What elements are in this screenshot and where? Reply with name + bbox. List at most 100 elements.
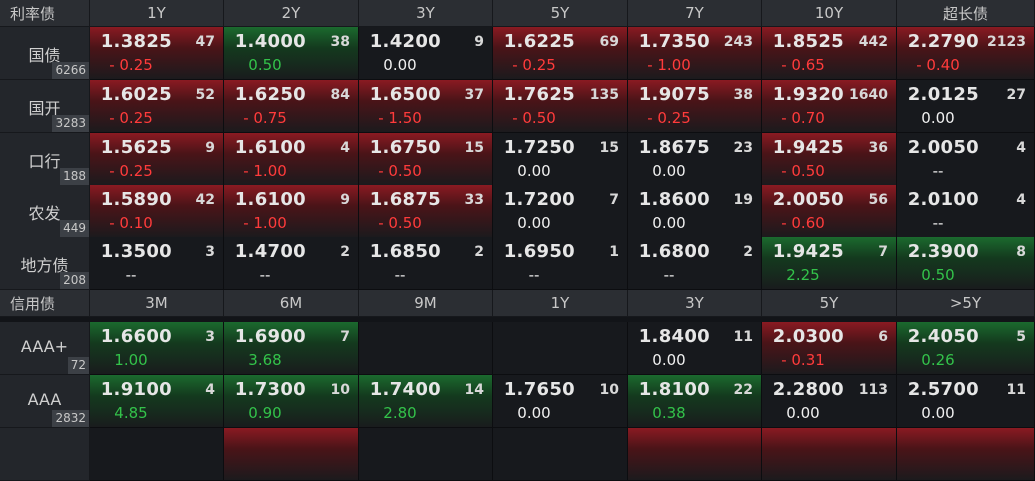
quote-cell[interactable]: 1.7300 10 0.90 [224, 375, 359, 428]
quote-cell[interactable]: 2.0050 4 -- [897, 133, 1035, 186]
yield-change: 0.50 [921, 266, 955, 284]
quote-cell[interactable] [224, 428, 359, 481]
quote-cell[interactable]: 1.6950 1 -- [493, 237, 628, 290]
quote-cell[interactable]: 1.6250 84 - 0.75 [224, 80, 359, 133]
quote-cell[interactable] [762, 428, 897, 481]
row-label[interactable]: 农发 449 [0, 185, 90, 238]
quote-cell[interactable]: 2.0125 27 0.00 [897, 80, 1035, 133]
row-label[interactable]: AAA 2832 [0, 375, 90, 428]
quote-cell[interactable]: 1.6100 4 - 1.00 [224, 133, 359, 186]
row-label[interactable]: 国债 6266 [0, 27, 90, 80]
column-header[interactable]: 10Y [762, 0, 897, 27]
row-label[interactable] [0, 428, 90, 481]
quote-cell[interactable]: 1.9425 36 - 0.50 [762, 133, 897, 186]
yield-change: - 0.50 [378, 162, 422, 180]
column-header[interactable]: 3Y [359, 0, 493, 27]
quote-cell[interactable]: 1.9320 1640 - 0.70 [762, 80, 897, 133]
quote-cell[interactable]: 1.6750 15 - 0.50 [359, 133, 493, 186]
quote-cell[interactable]: 1.7250 15 0.00 [493, 133, 628, 186]
quote-cell[interactable] [493, 322, 628, 375]
quote-cell[interactable]: 1.8400 11 0.00 [628, 322, 762, 375]
quote-cell[interactable]: 1.5625 9 - 0.25 [90, 133, 224, 186]
quote-cell[interactable]: 1.4000 38 0.50 [224, 27, 359, 80]
quote-cell[interactable]: 1.4200 9 0.00 [359, 27, 493, 80]
yield-value: 1.9320 [772, 84, 844, 105]
quote-cell[interactable]: 1.3825 47 - 0.25 [90, 27, 224, 80]
quote-cell[interactable]: 2.3900 8 0.50 [897, 237, 1035, 290]
quote-cell[interactable]: 2.5700 11 0.00 [897, 375, 1035, 428]
yield-change: - 0.25 [109, 162, 153, 180]
quote-cell[interactable]: 2.0100 4 -- [897, 185, 1035, 238]
row-label[interactable]: 国开 3283 [0, 80, 90, 133]
quote-cell[interactable]: 1.7350 243 - 1.00 [628, 27, 762, 80]
quote-cell[interactable]: 1.6100 9 - 1.00 [224, 185, 359, 238]
quote-cell[interactable]: 1.6025 52 - 0.25 [90, 80, 224, 133]
quote-cell[interactable]: 1.7400 14 2.80 [359, 375, 493, 428]
row-label[interactable]: 地方债 208 [0, 237, 90, 290]
column-header[interactable]: 9M [359, 290, 493, 317]
column-header[interactable]: 3M [90, 290, 224, 317]
quote-cell[interactable]: 1.6225 69 - 0.25 [493, 27, 628, 80]
quote-cell[interactable]: 1.5890 42 - 0.10 [90, 185, 224, 238]
quote-cell[interactable]: 1.7200 7 0.00 [493, 185, 628, 238]
quote-cell[interactable] [359, 428, 493, 481]
quote-cell[interactable]: 1.6900 7 3.68 [224, 322, 359, 375]
quote-cell[interactable]: 1.8675 23 0.00 [628, 133, 762, 186]
quote-cell[interactable]: 1.8525 442 - 0.65 [762, 27, 897, 80]
quote-cell[interactable]: 1.6850 2 -- [359, 237, 493, 290]
yield-value: 1.7625 [503, 84, 575, 105]
yield-value: 1.6025 [100, 84, 172, 105]
quote-cell[interactable]: 1.9425 7 2.25 [762, 237, 897, 290]
yield-change: -- [528, 266, 540, 284]
quote-cell[interactable]: 1.9100 4 4.85 [90, 375, 224, 428]
quote-cell[interactable] [493, 428, 628, 481]
quote-cell[interactable]: 1.6500 37 - 1.50 [359, 80, 493, 133]
yield-change: - 0.50 [781, 162, 825, 180]
yield-value: 1.6500 [369, 84, 441, 105]
column-header[interactable]: 1Y [493, 290, 628, 317]
yield-value: 1.9100 [100, 379, 172, 400]
trade-count: 4 [1016, 192, 1026, 208]
yield-value: 1.6750 [369, 137, 441, 158]
trade-count: 33 [464, 192, 484, 208]
quote-cell[interactable]: 1.6800 2 -- [628, 237, 762, 290]
quote-cell[interactable]: 1.4700 2 -- [224, 237, 359, 290]
quote-cell[interactable]: 2.2790 2123 - 0.40 [897, 27, 1035, 80]
column-header[interactable]: 6M [224, 290, 359, 317]
trade-count: 6 [878, 329, 888, 345]
trade-count: 42 [195, 192, 215, 208]
row-label-name: AAA [27, 390, 62, 409]
yield-change: - 1.00 [647, 56, 691, 74]
column-header[interactable]: 1Y [90, 0, 224, 27]
quote-cell[interactable]: 1.8600 19 0.00 [628, 185, 762, 238]
quote-cell[interactable] [359, 322, 493, 375]
column-header[interactable]: 7Y [628, 0, 762, 27]
column-header[interactable]: 5Y [762, 290, 897, 317]
quote-cell[interactable]: 1.3500 3 -- [90, 237, 224, 290]
column-header[interactable]: 2Y [224, 0, 359, 27]
quote-cell[interactable] [628, 428, 762, 481]
quote-cell[interactable] [90, 428, 224, 481]
trade-count: 15 [464, 140, 484, 156]
quote-cell[interactable]: 1.7650 10 0.00 [493, 375, 628, 428]
quote-cell[interactable]: 2.0300 6 - 0.31 [762, 322, 897, 375]
quote-cell[interactable]: 1.6875 33 - 0.50 [359, 185, 493, 238]
quote-cell[interactable]: 2.2800 113 0.00 [762, 375, 897, 428]
quote-cell[interactable]: 1.8100 22 0.38 [628, 375, 762, 428]
quote-cell[interactable]: 1.7625 135 - 0.50 [493, 80, 628, 133]
trade-count: 14 [464, 382, 484, 398]
trade-count: 52 [195, 87, 215, 103]
quote-cell[interactable] [897, 428, 1035, 481]
yield-value: 2.4050 [907, 326, 979, 347]
quote-cell[interactable]: 2.0050 56 - 0.60 [762, 185, 897, 238]
quote-cell[interactable]: 1.9075 38 - 0.25 [628, 80, 762, 133]
yield-value: 2.0050 [772, 189, 844, 210]
row-label[interactable]: 口行 188 [0, 133, 90, 186]
row-label[interactable]: AAA+ 72 [0, 322, 90, 375]
column-header[interactable]: 5Y [493, 0, 628, 27]
column-header[interactable]: 超长债 [897, 0, 1035, 27]
column-header[interactable]: >5Y [897, 290, 1035, 317]
quote-cell[interactable]: 2.4050 5 0.26 [897, 322, 1035, 375]
quote-cell[interactable]: 1.6600 3 1.00 [90, 322, 224, 375]
column-header[interactable]: 3Y [628, 290, 762, 317]
